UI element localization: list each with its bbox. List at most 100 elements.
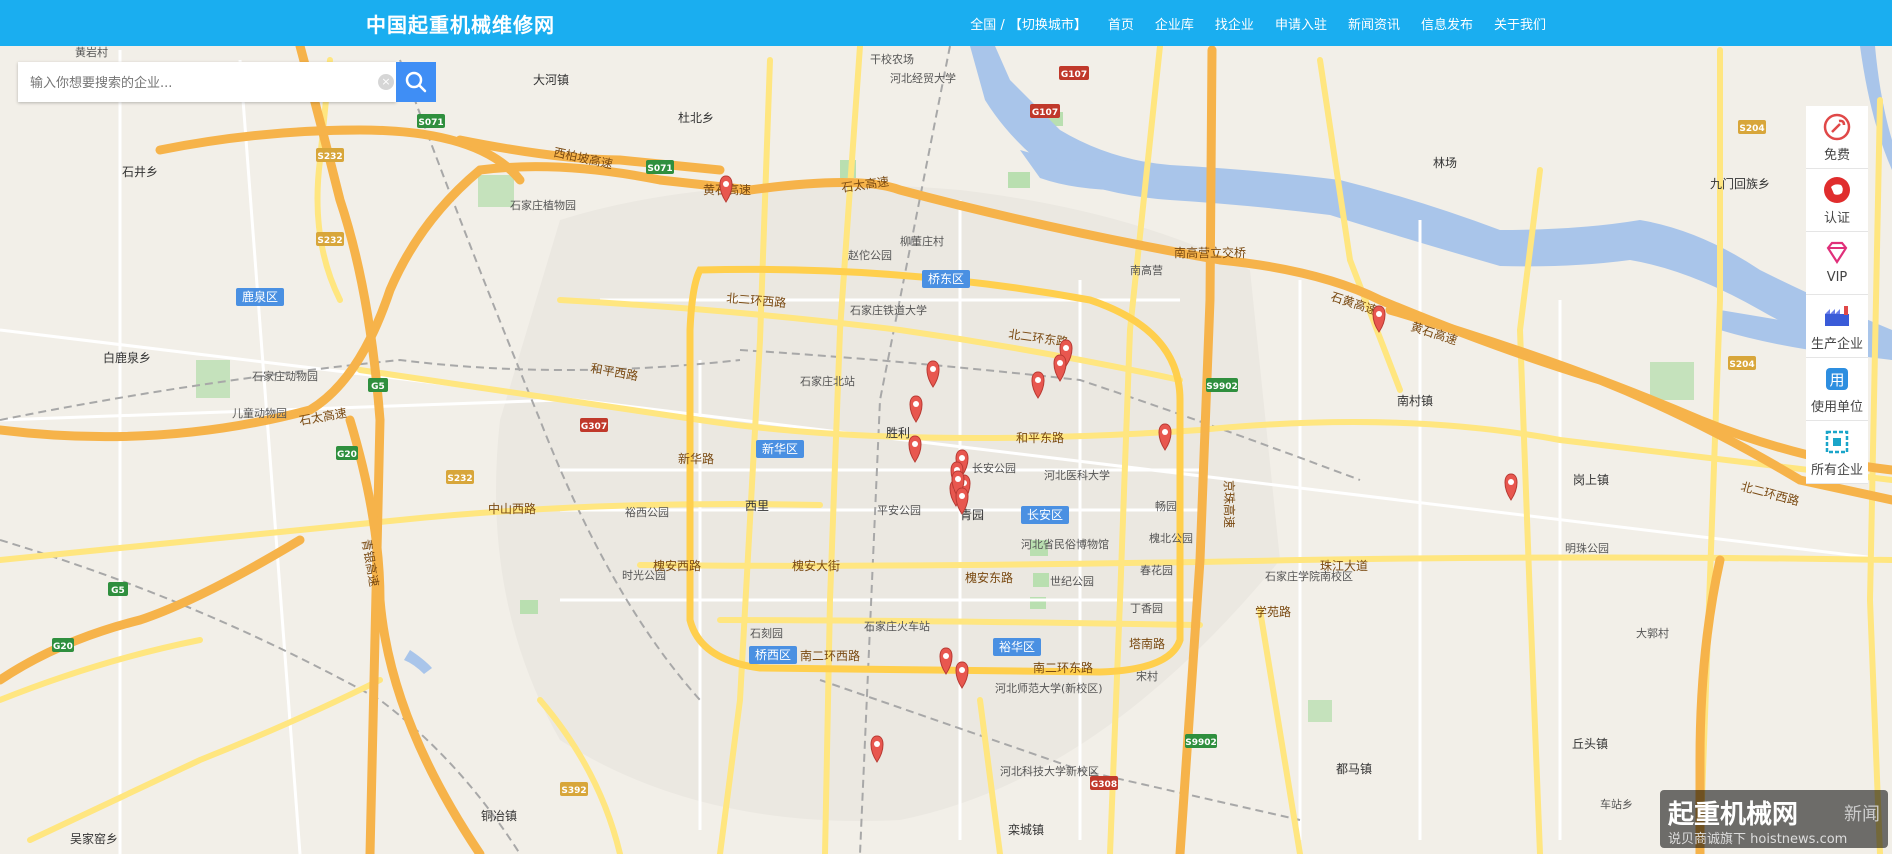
map-china-icon [1824, 177, 1850, 203]
place-label: 大河镇 [533, 73, 569, 87]
nav-city-switch[interactable]: 全国 / 【切换城市】 [970, 14, 1087, 33]
city-map[interactable]: 黄岩村 大河镇 杜北乡 干校农场 河北经贸大学 石家庄植物园 石家庄动物园 儿童… [0, 46, 1892, 854]
nav-enterprise-library[interactable]: 企业库 [1155, 14, 1194, 33]
district-label: 桥东区 [928, 272, 964, 286]
highway-shield: S204 [1729, 360, 1754, 370]
sidebar-item-label: 使用单位 [1810, 400, 1863, 415]
nav-about[interactable]: 关于我们 [1494, 14, 1546, 33]
road-label: 槐安大街 [792, 558, 840, 573]
sidebar-item-certified[interactable]: 认证 [1806, 169, 1868, 232]
place-label: 裕西公园 [625, 506, 669, 519]
place-label: 槐北公园 [1149, 531, 1193, 545]
road-label: 塔南路 [1129, 636, 1165, 651]
place-label: 丘头镇 [1572, 737, 1608, 751]
place-label: 石家庄植物园 [510, 198, 576, 212]
highway-shield: G20 [53, 642, 73, 652]
sidebar-item-vip[interactable]: VIP [1806, 232, 1868, 295]
place-label: 河北经贸大学 [890, 71, 956, 85]
watermark-tag: 新闻 [1844, 804, 1880, 825]
district-label: 新华区 [762, 441, 798, 456]
place-label: 车站乡 [1600, 797, 1633, 811]
watermark-sub: 说贝商诚旗下 hoistnews.com [1668, 832, 1848, 847]
sidebar-item-label: 生产企业 [1810, 337, 1863, 352]
place-label: 丁香园 [1130, 602, 1163, 615]
place-label: 世纪公园 [1050, 575, 1094, 588]
place-label: 都马镇 [1336, 762, 1372, 776]
watermark-title: 起重机械网 [1668, 800, 1799, 830]
place-label: 石刻园 [750, 626, 783, 640]
highway-shield: S204 [1739, 124, 1764, 134]
road-label: 南二环西路 [800, 648, 860, 663]
place-label: 赵佗公园 [848, 248, 892, 262]
highway-shield: S392 [561, 786, 586, 796]
nav-publish[interactable]: 信息发布 [1421, 14, 1473, 33]
place-label: 石家庄火车站 [864, 619, 930, 633]
grid-icon [1825, 430, 1849, 454]
place-label: 石家庄动物园 [252, 369, 318, 383]
highway-shield: G20 [337, 450, 357, 460]
place-label: 白鹿泉乡 [103, 350, 151, 365]
district-label: 桥西区 [755, 648, 791, 662]
highway-shield: G107 [1032, 108, 1058, 118]
sidebar-item-free[interactable]: 免费 [1806, 106, 1868, 169]
road-label: 珠江大道 [1320, 559, 1368, 573]
district-label: 长安区 [1027, 507, 1063, 522]
watermark: 起重机械网 新闻 说贝商诚旗下 hoistnews.com [1660, 790, 1888, 848]
wrench-icon [1823, 113, 1851, 141]
clear-icon[interactable]: × [378, 74, 394, 90]
category-sidebar: 免费 认证 VIP 生产企业 用 使用单位 所有企业 [1806, 106, 1868, 484]
place-label: 平安公园 [877, 503, 921, 517]
road-label: 中山西路 [488, 501, 536, 516]
place-label: 明珠公园 [1565, 541, 1609, 555]
place-label: 宋村 [1136, 669, 1158, 683]
highway-shield: G307 [581, 422, 607, 432]
nav-apply[interactable]: 申请入驻 [1275, 14, 1327, 33]
nav-home[interactable]: 首页 [1108, 14, 1134, 33]
road-label: 京珠高速 [1222, 480, 1237, 528]
highway-shield: S071 [418, 118, 443, 128]
road-label: 新华路 [678, 451, 714, 466]
sidebar-item-label: VIP [1826, 270, 1848, 285]
road-label: 南二环东路 [1033, 660, 1093, 675]
factory-icon [1825, 306, 1849, 326]
nav-find-enterprise[interactable]: 找企业 [1215, 14, 1254, 33]
highway-shield: S232 [317, 152, 342, 162]
top-navbar: 中国起重机械维修网 全国 / 【切换城市】 首页 企业库 找企业 申请入驻 新闻… [0, 0, 1892, 46]
nav-news[interactable]: 新闻资讯 [1348, 14, 1400, 33]
highway-shield: G308 [1091, 780, 1117, 790]
svg-text:用: 用 [1829, 371, 1844, 389]
place-label: 春花园 [1140, 564, 1173, 577]
search-icon [405, 71, 427, 93]
road-label: 学苑路 [1255, 604, 1291, 619]
road-label: 南高营立交桥 [1174, 245, 1246, 260]
sidebar-item-manufacturers[interactable]: 生产企业 [1806, 295, 1868, 358]
road-label: 槐安东路 [965, 570, 1013, 585]
place-label: 九门回族乡 [1710, 176, 1770, 191]
search-button[interactable] [396, 62, 436, 102]
place-label: 胜利 [886, 425, 910, 440]
sidebar-item-users[interactable]: 用 使用单位 [1806, 358, 1868, 421]
diamond-icon [1826, 241, 1848, 265]
place-label: 南高营 [1130, 263, 1163, 277]
highway-shield: S071 [647, 164, 672, 174]
place-label: 石井乡 [122, 165, 158, 179]
place-label: 吴家窑乡 [70, 831, 118, 846]
place-label: 杜北乡 [678, 110, 714, 125]
sidebar-item-all[interactable]: 所有企业 [1806, 421, 1868, 484]
highway-shield: S9902 [1206, 382, 1238, 392]
site-logo[interactable]: 中国起重机械维修网 [366, 9, 555, 38]
sidebar-item-label: 认证 [1823, 211, 1850, 226]
highway-shield: G5 [371, 382, 385, 392]
district-label: 鹿泉区 [242, 289, 278, 304]
district-label: 裕华区 [999, 639, 1035, 654]
search-box: × [18, 62, 396, 102]
place-label: 岗上镇 [1573, 473, 1609, 487]
place-label: 河北省民俗博物馆 [1021, 537, 1109, 551]
place-label: 铜冶镇 [481, 808, 517, 823]
road-label: 和平东路 [1016, 430, 1064, 445]
road-label: 槐安西路 [653, 558, 701, 573]
search-input[interactable] [28, 72, 372, 94]
place-label: 林场 [1433, 156, 1457, 170]
place-label: 柳董庄村 [900, 234, 944, 248]
place-label: 南村镇 [1397, 393, 1433, 408]
